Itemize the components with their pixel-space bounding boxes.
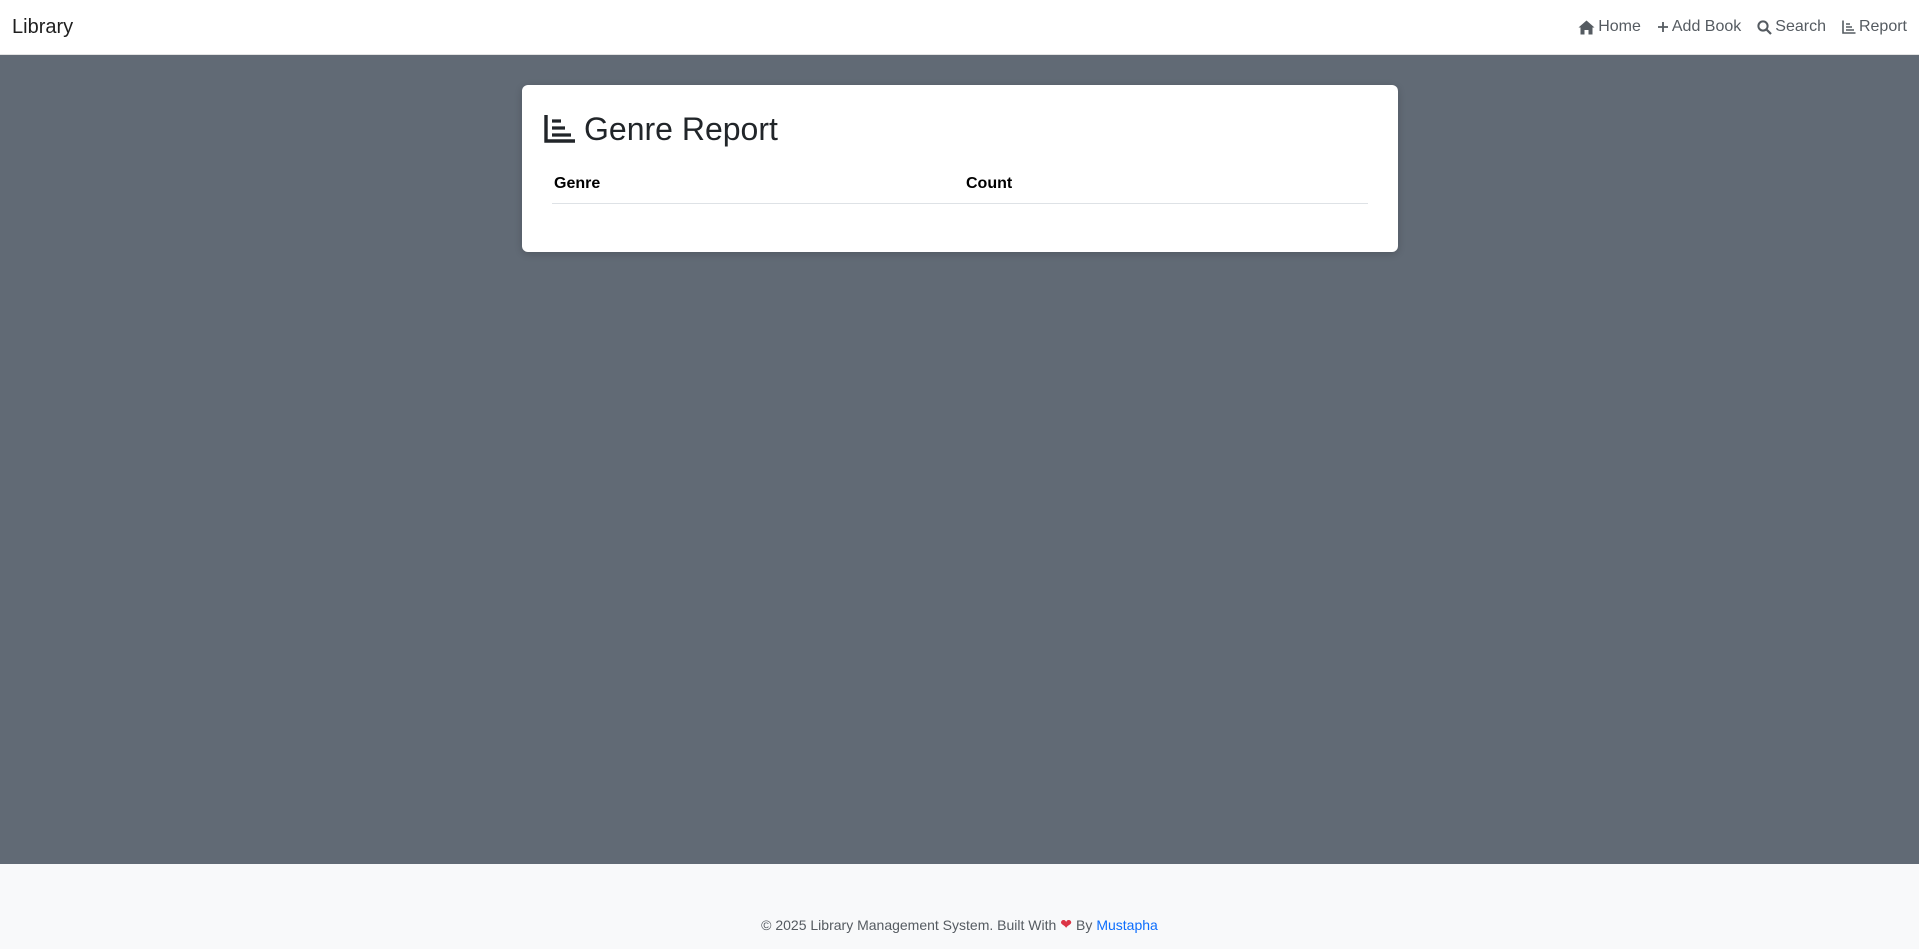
chart-icon: [544, 114, 576, 144]
nav-add-book-label: Add Book: [1671, 18, 1742, 35]
nav-home-label: Home: [1598, 18, 1641, 35]
footer-by: By: [1076, 917, 1093, 933]
footer: © 2025 Library Management System. Built …: [0, 864, 1919, 949]
page-title: Genre Report: [544, 109, 1370, 149]
chart-icon: [1842, 20, 1856, 34]
nav-report-link[interactable]: Report: [1842, 18, 1907, 36]
footer-text: © 2025 Library Management System. Built …: [761, 917, 1057, 933]
plus-icon: [1657, 21, 1669, 33]
author-link[interactable]: Mustapha: [1096, 917, 1157, 933]
search-icon: [1757, 19, 1773, 35]
brand-link[interactable]: Library: [12, 16, 73, 39]
nav-links: Home Add Book Search Report: [1578, 18, 1907, 36]
home-icon: [1578, 20, 1595, 35]
column-header-genre: Genre: [552, 169, 964, 204]
page-title-text: Genre Report: [584, 110, 778, 147]
genre-report-card: Genre Report Genre Count: [522, 85, 1398, 252]
column-header-count: Count: [964, 169, 1368, 204]
heart-icon: ❤: [1060, 916, 1072, 932]
nav-add-book-link[interactable]: Add Book: [1657, 18, 1741, 36]
nav-search-label: Search: [1775, 18, 1826, 35]
nav-report-label: Report: [1858, 18, 1907, 35]
nav-home-link[interactable]: Home: [1578, 18, 1641, 36]
genre-report-table: Genre Count: [552, 169, 1368, 204]
nav-search-link[interactable]: Search: [1757, 18, 1826, 36]
navbar: Library Home Add Book Search Report: [0, 0, 1919, 55]
table-header-row: Genre Count: [552, 169, 1368, 204]
